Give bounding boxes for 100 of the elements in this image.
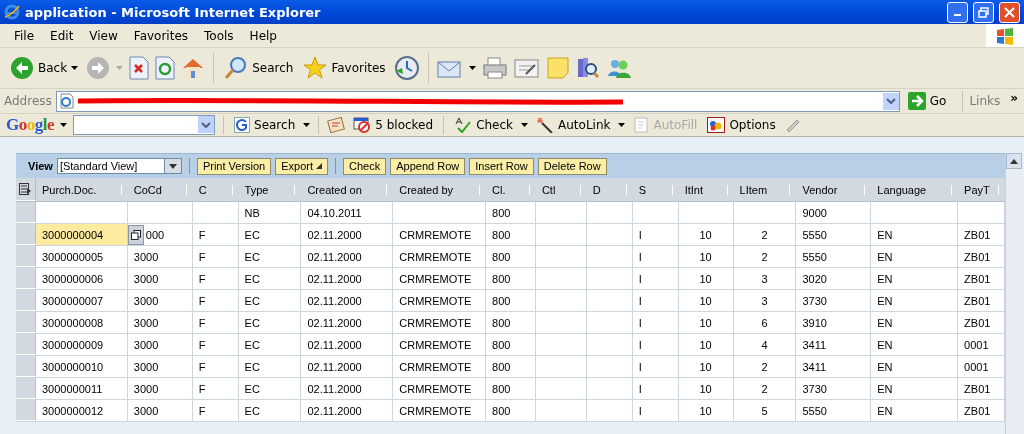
stop-icon[interactable] — [129, 56, 150, 80]
table-cell: 800 — [492, 338, 511, 351]
view-value: [Standard View] — [59, 160, 138, 172]
table-cell: 3411 — [802, 360, 827, 373]
table-cell: I — [638, 272, 642, 285]
table-cell: 4 — [761, 338, 768, 351]
toolbar-button[interactable]: Check — [343, 157, 387, 175]
scrollbar[interactable] — [1005, 153, 1022, 434]
table-cell: 3020 — [802, 272, 827, 285]
table-cell: 3000 — [133, 272, 159, 285]
table-cell: 3000000006 — [41, 272, 104, 285]
column-header[interactable]: PayT — [964, 183, 990, 196]
favorites-button[interactable]: Favorites — [301, 54, 388, 82]
spell-check-button[interactable]: Check — [452, 117, 516, 133]
table-cell: ZB01 — [964, 228, 991, 241]
row-selector[interactable] — [16, 268, 36, 289]
table-cell: CRMREMOTE — [399, 228, 472, 241]
table-cell: 800 — [492, 206, 511, 219]
more-chevron[interactable]: » — [1004, 91, 1020, 111]
close-icon — [1004, 6, 1015, 18]
view-dropdown[interactable]: [Standard View] — [56, 158, 182, 174]
google-search-field[interactable] — [73, 115, 215, 135]
table-cell: 02.11.2000 — [307, 382, 362, 395]
menu-item[interactable]: Edit — [42, 26, 82, 45]
column-header[interactable]: CoCd — [133, 183, 162, 196]
row-selector[interactable] — [16, 224, 36, 245]
row-selector[interactable] — [16, 290, 36, 311]
menu-item[interactable]: File — [6, 26, 43, 45]
table-cell: EN — [877, 228, 893, 241]
caret-icon[interactable] — [303, 123, 311, 127]
google-logo[interactable]: Google — [6, 115, 54, 135]
table-cell: 3 — [761, 272, 768, 285]
menu-item[interactable]: View — [81, 26, 126, 45]
history-icon[interactable] — [393, 55, 420, 81]
close-button[interactable] — [999, 1, 1020, 23]
table-cell: 5 — [761, 404, 768, 417]
minimize-button[interactable] — [947, 1, 968, 23]
column-header[interactable]: LItem — [739, 183, 768, 196]
table-cell: 02.11.2000 — [307, 250, 362, 263]
table-cell: 3000000005 — [41, 250, 104, 263]
toolbar-button[interactable]: Delete Row — [537, 157, 607, 175]
links-label[interactable]: Links — [969, 94, 1001, 108]
menu-item[interactable]: Favorites — [125, 26, 197, 45]
row-selector[interactable] — [16, 378, 36, 399]
edit-icon[interactable] — [513, 57, 540, 79]
research-icon[interactable] — [575, 56, 600, 80]
column-header[interactable]: C — [198, 183, 207, 196]
autolink-button[interactable]: AutoLink — [534, 117, 613, 133]
toolbar-button[interactable]: Print Version — [196, 157, 272, 175]
scroll-up-icon[interactable] — [1006, 153, 1022, 169]
refresh-icon[interactable] — [155, 56, 176, 80]
table-cell: F — [198, 338, 206, 351]
table-cell: F — [198, 294, 206, 307]
column-header[interactable]: S — [638, 183, 647, 196]
menu-triangle-icon — [316, 163, 323, 169]
row-selector[interactable] — [16, 400, 36, 421]
column-header[interactable]: Purch.Doc. — [41, 183, 97, 196]
row-selector[interactable] — [16, 356, 36, 377]
magic-wand-icon — [536, 117, 555, 133]
column-header[interactable]: D — [592, 183, 601, 196]
triangle-drawing — [168, 163, 177, 169]
row-selector[interactable] — [16, 246, 36, 267]
options-button[interactable]: Options — [705, 117, 778, 133]
caret-icon[interactable] — [60, 123, 67, 127]
search-button[interactable]: Search — [222, 54, 296, 82]
go-button[interactable]: Go — [903, 92, 957, 110]
table-cell: 5550 — [802, 404, 827, 417]
menu-item[interactable]: Help — [241, 26, 285, 45]
toolbar-button[interactable]: Insert Row — [469, 157, 534, 175]
caret-icon[interactable] — [521, 123, 529, 127]
column-header[interactable]: Type — [244, 183, 269, 196]
caret-icon[interactable] — [618, 123, 626, 127]
table-cell: 2 — [761, 250, 768, 263]
table-cell: 10 — [699, 360, 712, 373]
column-header[interactable]: Vendor — [802, 183, 838, 196]
table-cell: 3000000009 — [41, 338, 104, 351]
column-settings-icon[interactable] — [16, 178, 36, 201]
restore-button[interactable] — [973, 1, 994, 23]
row-selector[interactable] — [16, 334, 36, 355]
column-header[interactable]: Created on — [307, 183, 362, 196]
google-search-button[interactable]: Search — [232, 117, 298, 133]
popup-blocker-button[interactable]: 5 blocked — [351, 117, 436, 133]
column-header[interactable]: ItInt — [684, 183, 703, 196]
column-header[interactable]: Language — [877, 183, 927, 196]
table-cell: 2 — [761, 228, 768, 241]
table-cell: I — [638, 382, 642, 395]
back-button[interactable]: Back — [8, 54, 81, 82]
news-icon[interactable] — [327, 117, 346, 133]
column-header[interactable]: Ctl — [541, 183, 556, 196]
menu-item[interactable]: Tools — [196, 26, 242, 45]
table-cell: ZB01 — [964, 382, 991, 395]
column-header[interactable]: Created by — [399, 183, 454, 196]
form-icon — [633, 117, 650, 133]
column-header[interactable]: Cl. — [492, 183, 506, 196]
printer-icon[interactable] — [481, 56, 508, 80]
toolbar-button[interactable]: Append Row — [390, 157, 466, 175]
toolbar-button[interactable]: Export — [275, 157, 329, 175]
caret-icon[interactable] — [468, 66, 476, 70]
row-selector[interactable] — [16, 312, 36, 333]
table-cell: 2 — [761, 382, 768, 395]
